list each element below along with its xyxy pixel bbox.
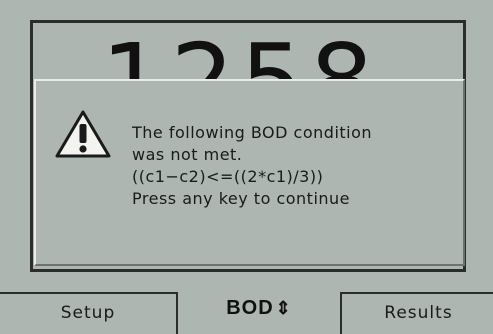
up-down-arrow-icon: ⇕ bbox=[275, 298, 292, 318]
condition-warning-dialog[interactable]: The following BOD condition was not met.… bbox=[34, 79, 465, 266]
dialog-line: Press any key to continue bbox=[132, 189, 351, 208]
results-softkey[interactable]: Results bbox=[340, 292, 493, 334]
warning-icon bbox=[55, 110, 111, 158]
instrument-screen: 1258 mg/l BOD The following BOD conditio… bbox=[0, 0, 493, 334]
dialog-line: The following BOD condition bbox=[132, 123, 373, 142]
softkey-bar: Setup BOD ⇕ Results bbox=[0, 286, 493, 334]
dialog-line: was not met. bbox=[132, 145, 243, 164]
bod-softkey[interactable]: BOD ⇕ bbox=[180, 288, 338, 334]
dialog-line: ((c1−c2)<=((2*c1)/3)) bbox=[132, 167, 324, 186]
setup-softkey[interactable]: Setup bbox=[0, 292, 178, 334]
bod-softkey-label: BOD bbox=[226, 297, 274, 319]
dialog-message: The following BOD condition was not met.… bbox=[132, 122, 462, 210]
